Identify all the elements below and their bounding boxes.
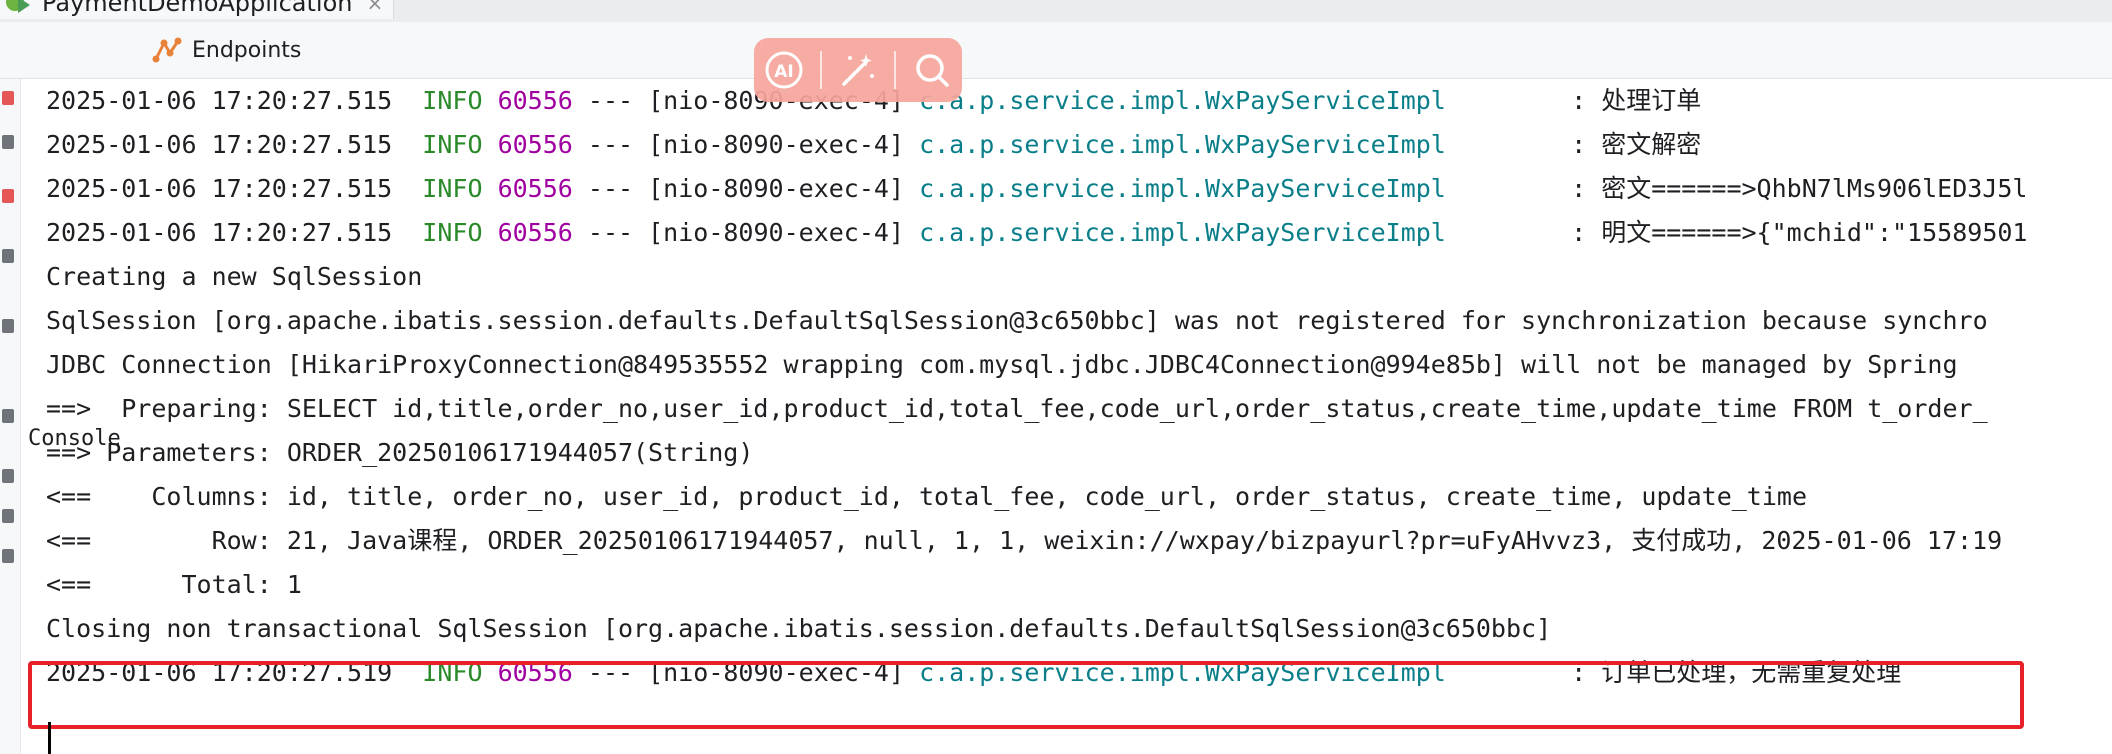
log-level: INFO	[422, 658, 483, 687]
pin-icon[interactable]	[2, 469, 14, 483]
floating-ai-toolbar: AI	[754, 38, 962, 102]
log-logger: c.a.p.service.impl.WxPayServiceImpl	[919, 130, 1446, 159]
console-line: <== Row: 21, Java课程, ORDER_2025010617194…	[46, 519, 2002, 563]
camera-icon[interactable]	[2, 509, 14, 523]
log-logger: c.a.p.service.impl.WxPayServiceImpl	[919, 218, 1446, 247]
console-text: JDBC Connection [HikariProxyConnection@8…	[46, 350, 1958, 379]
console-text: <== Row: 21, Java课程, ORDER_2025010617194…	[46, 526, 2003, 555]
log-message: 密文======>QhbN7lMs906lED3J5l	[1601, 174, 2028, 203]
soft-wrap-icon[interactable]	[2, 249, 14, 263]
log-timestamp: 2025-01-06 17:20:27.515	[46, 86, 393, 115]
log-separator: ---	[587, 658, 634, 687]
log-separator: ---	[587, 86, 634, 115]
console-text: <== Columns: id, title, order_no, user_i…	[46, 482, 1807, 511]
toolbar-separator	[820, 51, 822, 89]
endpoints-icon	[152, 35, 182, 65]
log-pid: 60556	[497, 130, 573, 159]
stop-icon[interactable]	[2, 189, 14, 203]
restart-icon[interactable]	[2, 91, 14, 105]
log-timestamp: 2025-01-06 17:20:27.519	[46, 658, 393, 687]
log-logger: c.a.p.service.impl.WxPayServiceImpl	[919, 86, 1446, 115]
console-line: Creating a new SqlSession	[46, 255, 422, 299]
console-output[interactable]: 2025-01-06 17:20:27.515 INFO 60556 --- […	[22, 79, 2112, 754]
log-message: 处理订单	[1601, 86, 1702, 115]
console-text: <== Total: 1	[46, 570, 302, 599]
log-thread: [nio-8090-exec-4]	[648, 218, 904, 247]
toolbar-separator	[894, 51, 896, 89]
console-line: <== Total: 1	[46, 563, 302, 607]
run-tab-strip: PaymentDemoApplication ×	[0, 0, 2112, 23]
log-colon: :	[1571, 130, 1587, 159]
console-text: Creating a new SqlSession	[46, 262, 423, 291]
log-pid: 60556	[497, 86, 573, 115]
log-line: 2025-01-06 17:20:27.515 INFO 60556 --- […	[46, 211, 2027, 255]
log-line: 2025-01-06 17:20:27.519 INFO 60556 --- […	[46, 651, 1901, 695]
search-icon[interactable]	[908, 46, 956, 94]
log-pid: 60556	[497, 218, 573, 247]
log-pid: 60556	[497, 174, 573, 203]
log-thread: [nio-8090-exec-4]	[648, 130, 904, 159]
console-line: ==> Preparing: SELECT id,title,order_no,…	[46, 387, 1988, 431]
log-timestamp: 2025-01-06 17:20:27.515	[46, 174, 393, 203]
ai-icon[interactable]: AI	[760, 46, 808, 94]
log-message: 密文解密	[1601, 130, 1702, 159]
log-logger: c.a.p.service.impl.WxPayServiceImpl	[919, 174, 1446, 203]
spring-boot-run-icon	[4, 0, 34, 15]
settings-icon[interactable]	[2, 549, 14, 563]
ai-icon-label: AI	[774, 62, 793, 82]
console-line: SqlSession [org.apache.ibatis.session.de…	[46, 299, 1988, 343]
console-gutter	[0, 79, 21, 754]
tab-endpoints-label: Endpoints	[192, 37, 302, 63]
log-colon: :	[1571, 86, 1587, 115]
log-level: INFO	[422, 130, 483, 159]
log-thread: [nio-8090-exec-4]	[648, 658, 904, 687]
log-message: 订单已处理，无需重复处理	[1601, 658, 1902, 687]
log-logger: c.a.p.service.impl.WxPayServiceImpl	[919, 658, 1446, 687]
log-line: 2025-01-06 17:20:27.515 INFO 60556 --- […	[46, 167, 2027, 211]
console-text: Closing non transactional SqlSession [or…	[46, 614, 1552, 643]
run-tab-label: PaymentDemoApplication	[42, 0, 353, 17]
text-caret	[48, 722, 51, 754]
log-colon: :	[1571, 658, 1587, 687]
scroll-up-icon[interactable]	[2, 135, 14, 149]
magic-wand-icon[interactable]	[834, 46, 882, 94]
console-line: ==> Parameters: ORDER_20250106171944057(…	[46, 431, 753, 475]
ide-run-window: PaymentDemoApplication × Console Endpoin…	[0, 0, 2112, 754]
log-level: INFO	[422, 86, 483, 115]
print-icon[interactable]	[2, 409, 14, 423]
log-thread: [nio-8090-exec-4]	[648, 174, 904, 203]
log-line: 2025-01-06 17:20:27.515 INFO 60556 --- […	[46, 123, 1701, 167]
scroll-to-end-icon[interactable]	[2, 319, 14, 333]
log-level: INFO	[422, 218, 483, 247]
log-separator: ---	[587, 174, 634, 203]
console-line: Closing non transactional SqlSession [or…	[46, 607, 1551, 651]
log-separator: ---	[587, 218, 634, 247]
close-icon[interactable]: ×	[366, 0, 383, 15]
console-line: JDBC Connection [HikariProxyConnection@8…	[46, 343, 1958, 387]
log-timestamp: 2025-01-06 17:20:27.515	[46, 218, 393, 247]
console-text: ==> Preparing: SELECT id,title,order_no,…	[46, 394, 1988, 423]
log-level: INFO	[422, 174, 483, 203]
log-pid: 60556	[497, 658, 573, 687]
log-colon: :	[1571, 174, 1587, 203]
console-text: ==> Parameters: ORDER_20250106171944057(…	[46, 438, 754, 467]
log-colon: :	[1571, 218, 1587, 247]
log-message: 明文======>{"mchid":"15589501	[1601, 218, 2028, 247]
tab-endpoints[interactable]: Endpoints	[152, 22, 301, 78]
run-tab-payment-demo[interactable]: PaymentDemoApplication ×	[0, 0, 395, 19]
console-text: SqlSession [org.apache.ibatis.session.de…	[46, 306, 1988, 335]
log-separator: ---	[587, 130, 634, 159]
log-timestamp: 2025-01-06 17:20:27.515	[46, 130, 393, 159]
tool-tab-bar: Console Endpoints	[0, 22, 2112, 451]
console-line: <== Columns: id, title, order_no, user_i…	[46, 475, 1807, 519]
